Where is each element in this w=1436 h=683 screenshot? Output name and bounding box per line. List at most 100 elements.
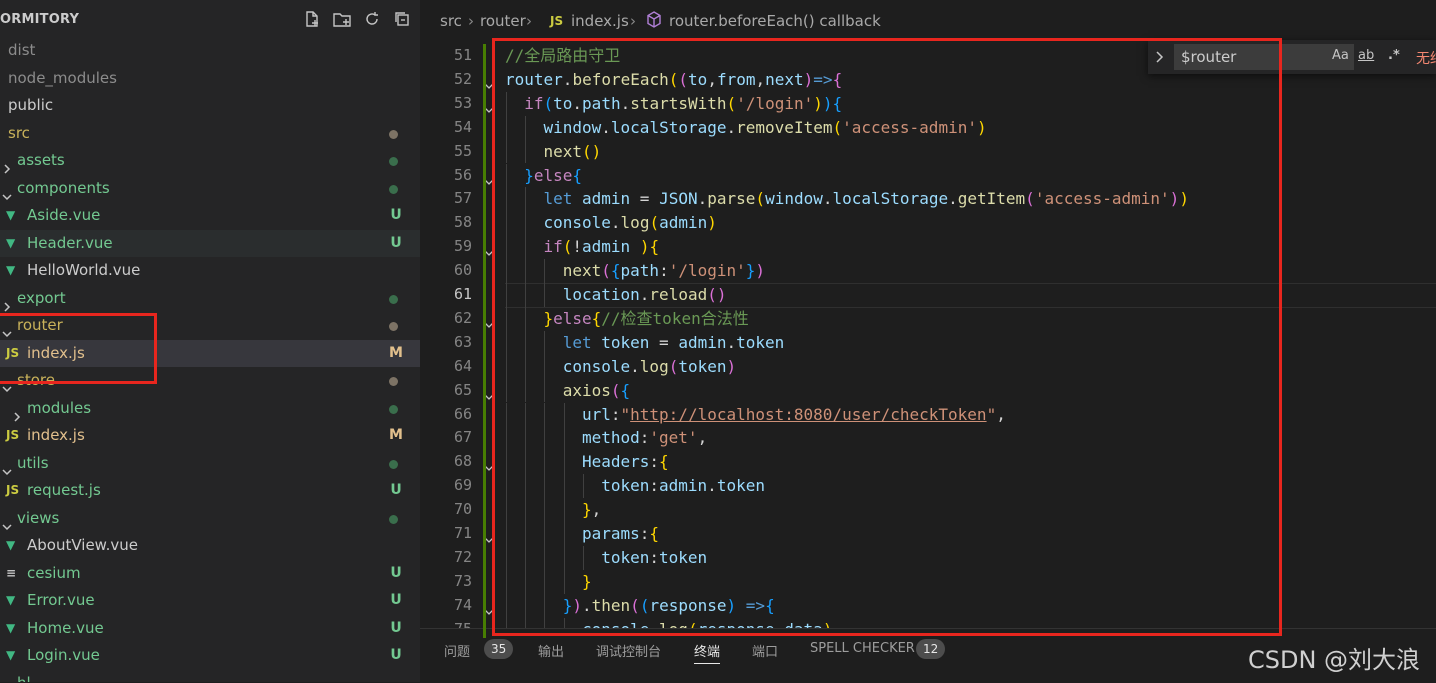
- code-line[interactable]: if(!admin ){: [543, 235, 659, 259]
- panel-tab[interactable]: 终端: [694, 641, 721, 664]
- indent-guide: [525, 474, 527, 499]
- indent-guide: [525, 498, 527, 522]
- git-status-dot: [389, 459, 398, 469]
- indent-guide: [563, 402, 565, 427]
- code-line[interactable]: params:{: [582, 522, 659, 546]
- tree-item[interactable]: ▼ Header.vue U: [0, 229, 420, 257]
- code-line[interactable]: method:'get',: [582, 426, 707, 450]
- line-number: 66: [453, 404, 472, 423]
- tree-item[interactable]: ▼ Login.vue U: [0, 642, 420, 670]
- code-line[interactable]: router.beforeEach((to,from,next)=>{: [505, 68, 842, 92]
- line-number: 63: [453, 332, 472, 351]
- tree-item[interactable]: src: [0, 120, 420, 148]
- tree-item[interactable]: node_modules: [0, 65, 420, 93]
- vue-file-icon: ▼: [6, 538, 16, 552]
- vue-file-icon: ▼: [6, 235, 16, 250]
- code-line[interactable]: token:admin.token: [601, 474, 765, 498]
- code-line[interactable]: if(to.path.startsWith('/login')){: [524, 92, 842, 116]
- tree-item[interactable]: utils: [0, 450, 420, 478]
- tree-item[interactable]: JS request.js U: [0, 477, 420, 505]
- code-line[interactable]: let token = admin.token: [563, 331, 785, 355]
- tree-item-label: request.js: [27, 481, 101, 499]
- code-line[interactable]: next(): [543, 140, 601, 164]
- code-line[interactable]: location.reload(): [563, 283, 727, 307]
- code-line[interactable]: }else{//检查token合法性: [543, 307, 748, 331]
- new-file-icon[interactable]: [301, 8, 323, 30]
- tree-item[interactable]: components: [0, 175, 420, 203]
- tree-item[interactable]: router: [0, 312, 420, 340]
- code-line[interactable]: //全局路由守卫: [505, 44, 620, 68]
- panel-tab[interactable]: 端口: [752, 641, 778, 660]
- code-line[interactable]: Headers:{: [582, 450, 669, 474]
- chevron-right-icon: [2, 294, 12, 312]
- tree-item[interactable]: hl: [0, 670, 420, 683]
- tree-item[interactable]: assets: [0, 147, 420, 175]
- match-case-icon[interactable]: Aa: [1332, 48, 1349, 63]
- panel-tab[interactable]: 调试控制台: [596, 641, 661, 660]
- indent-guide: [525, 139, 527, 164]
- tree-item[interactable]: dist: [0, 37, 420, 65]
- code-line[interactable]: }: [582, 570, 592, 594]
- tree-item[interactable]: store: [0, 367, 420, 395]
- panel-tab[interactable]: SPELL CHECKER: [810, 641, 915, 656]
- tree-item-label: Login.vue: [27, 646, 100, 664]
- refresh-icon[interactable]: [361, 8, 383, 30]
- tree-item[interactable]: ▼ HelloWorld.vue: [0, 257, 420, 285]
- breadcrumb-src[interactable]: src: [440, 12, 462, 30]
- tree-item-label: public: [8, 96, 54, 114]
- breadcrumb-file[interactable]: index.js: [571, 12, 629, 30]
- panel-tab[interactable]: 问题: [444, 641, 470, 660]
- line-number: 64: [453, 356, 472, 375]
- indent-guide: [544, 402, 546, 427]
- toggle-replace-icon[interactable]: [1152, 48, 1168, 66]
- tree-item[interactable]: ▼ Home.vue U: [0, 615, 420, 643]
- code-line[interactable]: let admin = JSON.parse(window.localStora…: [543, 187, 1188, 211]
- chevron-down-icon: [2, 321, 12, 338]
- regex-icon[interactable]: .*: [1388, 48, 1400, 63]
- tree-item[interactable]: export: [0, 285, 420, 313]
- tree-item[interactable]: public: [0, 92, 420, 120]
- line-number: 60: [453, 261, 472, 280]
- chevron-right-icon: ›: [526, 12, 532, 30]
- chevron-right-icon: ›: [468, 12, 474, 30]
- code-line[interactable]: console.log(token): [563, 355, 736, 379]
- indent-guide: [506, 545, 507, 570]
- tree-item[interactable]: views: [0, 505, 420, 533]
- code-line[interactable]: window.localStorage.removeItem('access-a…: [543, 116, 986, 140]
- code-line[interactable]: url:"http://localhost:8080/user/checkTok…: [582, 403, 1006, 427]
- code-line[interactable]: next({path:'/login'}): [563, 259, 765, 283]
- tree-item[interactable]: ≡ cesium U: [0, 560, 420, 588]
- breadcrumb-symbol[interactable]: router.beforeEach() callback: [669, 12, 881, 30]
- indent-guide: [563, 545, 565, 570]
- git-status-dot: [389, 184, 398, 194]
- code-line[interactable]: console.log(response.data): [582, 618, 833, 628]
- line-number: 68: [453, 452, 472, 471]
- indent-guide: [506, 330, 507, 355]
- collapse-all-icon[interactable]: [391, 8, 413, 30]
- code-line[interactable]: },: [582, 498, 601, 522]
- tree-item-label: utils: [17, 453, 49, 472]
- new-folder-icon[interactable]: [331, 8, 353, 30]
- git-status-dot: [389, 129, 398, 139]
- tree-item[interactable]: JS index.js M: [0, 339, 420, 367]
- indent-guide: [525, 235, 527, 260]
- code-line[interactable]: }).then((response) =>{: [563, 594, 775, 618]
- panel-tab[interactable]: 输出: [538, 641, 564, 660]
- indent-guide: [525, 306, 527, 331]
- whole-word-icon[interactable]: ab: [1358, 48, 1374, 63]
- tree-item[interactable]: ▼ Aside.vue U: [0, 202, 420, 230]
- code-editor[interactable]: //全局路由守卫 router.beforeEach((to,from,next)…: [505, 42, 1436, 628]
- tree-item[interactable]: modules: [0, 395, 420, 423]
- tree-item[interactable]: JS index.js M: [0, 422, 420, 450]
- tree-item[interactable]: ▼ AboutView.vue: [0, 532, 420, 560]
- tree-item[interactable]: ▼ Error.vue U: [0, 587, 420, 615]
- code-line[interactable]: console.log(admin): [543, 211, 716, 235]
- code-line[interactable]: }else{: [524, 164, 582, 188]
- code-line[interactable]: axios({: [563, 379, 630, 403]
- find-input[interactable]: [1174, 44, 1354, 70]
- indent-guide: [525, 354, 527, 379]
- breadcrumb-router[interactable]: router: [480, 12, 526, 30]
- code-line[interactable]: token:token: [601, 546, 707, 570]
- line-number: 65: [453, 380, 472, 399]
- indent-guide: [506, 211, 507, 236]
